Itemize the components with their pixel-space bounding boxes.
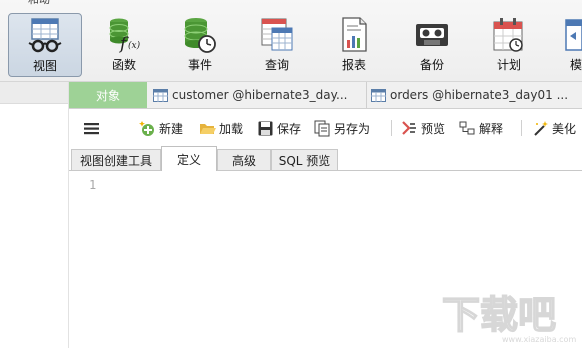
report-chart-icon xyxy=(342,17,367,52)
model-icon xyxy=(565,19,582,51)
toolbar-divider xyxy=(391,120,392,136)
new-button[interactable]: 新建 xyxy=(139,118,183,138)
preview-button-label: 预览 xyxy=(421,121,446,136)
ribbon-view-button[interactable]: 视图 xyxy=(8,13,82,77)
svg-text:(x): (x) xyxy=(128,40,141,51)
menu-button[interactable] xyxy=(83,118,103,138)
table-icon xyxy=(371,88,386,102)
ribbon-function-button[interactable]: f (x) 函数 xyxy=(87,13,161,77)
tab-view-builder[interactable]: 视图创建工具 xyxy=(71,149,161,170)
glasses-view-icon xyxy=(28,18,62,53)
tab-orders-label: orders @hibernate3_day01 ... xyxy=(390,88,569,102)
ribbon-schedule-button[interactable]: 计划 xyxy=(472,13,546,77)
ribbon-schedule-label: 计划 xyxy=(496,58,521,72)
document-tab-bar: 对象 customer @hibernate3_day... orders @h… xyxy=(69,82,582,109)
folder-open-icon xyxy=(200,123,216,134)
tape-backup-icon xyxy=(416,24,448,46)
tab-sql-preview[interactable]: SQL 预览 xyxy=(271,149,338,170)
ribbon-view-label: 视图 xyxy=(32,59,57,73)
table-icon xyxy=(153,88,168,102)
new-button-label: 新建 xyxy=(159,121,184,136)
save-button[interactable]: 保存 xyxy=(257,118,301,138)
ribbon-backup-label: 备份 xyxy=(419,58,444,72)
tab-orders[interactable]: orders @hibernate3_day01 ... xyxy=(367,82,582,108)
save-disk-icon xyxy=(258,121,273,135)
object-tab[interactable]: 对象 xyxy=(69,82,147,108)
object-tab-label: 对象 xyxy=(95,88,120,103)
explain-button[interactable]: 解释 xyxy=(459,118,503,138)
ribbon-function-label: 函数 xyxy=(111,58,136,72)
ribbon-event-label: 事件 xyxy=(187,58,212,72)
beautify-wand-icon xyxy=(534,120,548,136)
calendar-schedule-icon xyxy=(493,18,523,52)
preview-icon xyxy=(402,120,416,135)
ribbon-toolbar: 和动 视图 f (x) 函数 xyxy=(0,0,582,82)
tab-advanced[interactable]: 高级 xyxy=(217,149,271,170)
beautify-button-label: 美化 xyxy=(552,121,577,136)
tab-view-builder-label: 视图创建工具 xyxy=(79,153,152,168)
load-button[interactable]: 加载 xyxy=(199,118,243,138)
svg-text:下载吧: 下载吧 xyxy=(442,293,556,337)
load-button-label: 加载 xyxy=(219,121,244,136)
tab-sql-preview-label: SQL 预览 xyxy=(278,153,331,168)
tab-definition[interactable]: 定义 xyxy=(161,146,217,171)
tab-customer-label: customer @hibernate3_day... xyxy=(172,88,348,102)
ribbon-backup-button[interactable]: 备份 xyxy=(395,13,469,77)
navigation-pane-header xyxy=(0,82,68,104)
new-add-icon xyxy=(139,120,154,136)
explain-button-label: 解释 xyxy=(479,121,504,136)
navigation-pane xyxy=(0,82,69,348)
svg-text:www.xiazaiba.com: www.xiazaiba.com xyxy=(502,335,576,344)
ribbon-report-label: 报表 xyxy=(341,58,366,72)
editor-tab-bar: 视图创建工具 定义 高级 SQL 预览 xyxy=(69,146,582,171)
ribbon-model-button[interactable]: 模 xyxy=(548,13,582,77)
ribbon-report-button[interactable]: 报表 xyxy=(317,13,391,77)
view-toolbar: 新建 加载 保存 另存为 预览 解释 美化 xyxy=(69,114,582,142)
line-number: 1 xyxy=(89,178,97,192)
save-as-button-label: 另存为 xyxy=(334,121,371,136)
line-number-gutter: 1 xyxy=(69,171,115,348)
save-as-icon xyxy=(314,120,330,136)
tab-advanced-label: 高级 xyxy=(231,153,256,168)
preview-button[interactable]: 预览 xyxy=(401,118,445,138)
explain-icon xyxy=(459,121,475,134)
ribbon-query-label: 查询 xyxy=(264,58,289,72)
database-clock-icon xyxy=(184,18,216,53)
ribbon-cut-label: 和动 xyxy=(28,0,50,7)
tab-customer[interactable]: customer @hibernate3_day... xyxy=(149,82,367,108)
function-fx-icon: f (x) xyxy=(109,18,141,54)
toolbar-divider xyxy=(521,120,522,136)
ribbon-event-button[interactable]: 事件 xyxy=(163,13,237,77)
beautify-button[interactable]: 美化 xyxy=(532,118,576,138)
tab-definition-label: 定义 xyxy=(176,152,201,167)
hamburger-menu-icon xyxy=(84,122,99,134)
ribbon-model-label: 模 xyxy=(570,58,582,72)
watermark-logo: 下载吧 www.xiazaiba.com xyxy=(441,292,576,344)
save-button-label: 保存 xyxy=(277,121,302,136)
ribbon-query-button[interactable]: 查询 xyxy=(240,13,314,77)
query-table-icon xyxy=(261,18,293,51)
save-as-button[interactable]: 另存为 xyxy=(314,118,370,138)
